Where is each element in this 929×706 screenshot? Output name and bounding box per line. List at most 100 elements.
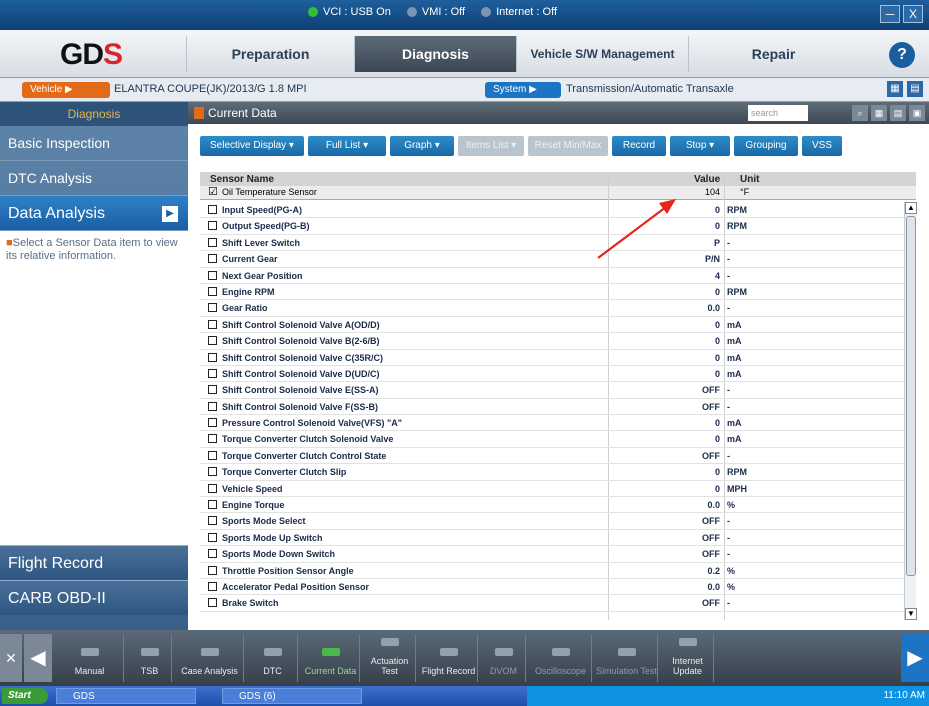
start-button[interactable]: Start xyxy=(2,688,48,704)
search-input[interactable]: search xyxy=(748,105,808,121)
table-row[interactable]: Current Gear P/N - xyxy=(200,251,904,268)
scroll-right-icon[interactable]: ▶ xyxy=(901,634,929,682)
help-icon[interactable]: ? xyxy=(889,42,915,68)
vehicle-select-button[interactable]: Vehicle ▶ xyxy=(22,82,110,98)
selective-display-button[interactable]: Selective Display ▾ xyxy=(200,136,304,156)
sensor-checkbox[interactable] xyxy=(208,581,217,591)
toolbar-item-dtc[interactable]: DTC xyxy=(248,634,298,682)
table-row[interactable]: Torque Converter Clutch Solenoid Valve 0 m… xyxy=(200,431,904,448)
toolbar-item-internet-update[interactable]: Internet Update xyxy=(662,634,714,682)
table-row[interactable]: Shift Control Solenoid Valve D(UD/C) 0 mA xyxy=(200,366,904,383)
sensor-checkbox[interactable] xyxy=(208,368,217,378)
sensor-list-scrollbar[interactable]: ▲ ▼ xyxy=(904,202,917,620)
toolbar-item-current-data[interactable]: Current Data xyxy=(302,634,360,682)
toolbar-item-dvom[interactable]: DVOM xyxy=(482,634,526,682)
table-row[interactable]: Sports Mode Up Switch OFF - xyxy=(200,530,904,547)
tab-repair[interactable]: Repair xyxy=(688,36,858,72)
list-view-icon[interactable]: ▤ xyxy=(890,105,906,121)
table-row[interactable]: Engine RPM 0 RPM xyxy=(200,284,904,301)
scroll-left-icon[interactable]: ◀ xyxy=(24,634,52,682)
fixed-sensor-checkbox[interactable]: ☑ xyxy=(208,187,218,198)
sensor-checkbox[interactable] xyxy=(208,434,217,444)
table-row[interactable]: Brake Switch OFF - xyxy=(200,595,904,612)
table-row[interactable]: Gear Ratio 0.0- xyxy=(200,300,904,317)
items-list-button[interactable]: Items List ▾ xyxy=(458,136,524,156)
close-button[interactable]: X xyxy=(903,5,923,23)
sensor-checkbox[interactable] xyxy=(208,254,217,264)
sidebar-item-flight-record[interactable]: Flight Record xyxy=(0,545,188,580)
scroll-down-icon[interactable]: ▼ xyxy=(905,608,917,620)
vehicle-settings-icon[interactable]: ▤ xyxy=(907,81,923,97)
sensor-checkbox[interactable] xyxy=(208,598,217,608)
scrollbar-thumb[interactable] xyxy=(906,216,916,576)
sensor-checkbox[interactable] xyxy=(208,450,217,460)
sensor-checkbox[interactable] xyxy=(208,385,217,395)
table-row[interactable]: Next Gear Position 4- xyxy=(200,268,904,284)
sensor-checkbox[interactable] xyxy=(208,500,217,510)
print-icon[interactable]: ▣ xyxy=(909,105,925,121)
setup-icon[interactable]: ✕ xyxy=(0,634,22,682)
sidebar-item-basic-inspection[interactable]: Basic Inspection xyxy=(0,126,188,161)
sensor-checkbox[interactable] xyxy=(208,221,217,231)
sensor-checkbox[interactable] xyxy=(208,549,217,559)
stop-button[interactable]: Stop ▾ xyxy=(670,136,730,156)
grouping-button[interactable]: Grouping xyxy=(734,136,798,156)
toolbar-item-tsb[interactable]: TSB xyxy=(128,634,172,682)
table-row[interactable]: Throttle Position Sensor Angle 0.2% xyxy=(200,563,904,579)
toolbar-item-actuation-test[interactable]: Actuation Test xyxy=(364,634,416,682)
sensor-checkbox[interactable] xyxy=(208,532,217,542)
table-row[interactable]: Pressure Control Solenoid Valve(VFS) "A"… xyxy=(200,415,904,432)
table-row[interactable]: Sports Mode Select OFF - xyxy=(200,513,904,530)
graph-button[interactable]: Graph ▾ xyxy=(390,136,454,156)
column-sensor-name[interactable]: Sensor Name xyxy=(210,174,274,185)
search-icon[interactable]: ⌕ xyxy=(852,105,868,121)
minimize-button[interactable]: ─ xyxy=(880,5,900,23)
column-unit[interactable]: Unit xyxy=(740,174,759,185)
column-value[interactable]: Value xyxy=(694,174,720,185)
vehicle-info-icon[interactable]: ▦ xyxy=(887,81,903,97)
sidebar-item-data-analysis[interactable]: Data Analysis ▶ xyxy=(0,196,188,231)
table-row[interactable]: Vehicle Speed 0 MPH xyxy=(200,481,904,498)
system-select-button[interactable]: System ▶ xyxy=(485,82,561,98)
toolbar-item-simulation-test[interactable]: Simulation Test xyxy=(596,634,658,682)
table-row[interactable]: Shift Control Solenoid Valve A(OD/D) 0 mA xyxy=(200,317,904,334)
taskbar-item-gds-folder[interactable]: GDS (6) xyxy=(222,688,362,704)
table-row[interactable]: Shift Control Solenoid Valve F(SS-B) OFF - xyxy=(200,399,904,416)
grid-view-icon[interactable]: ▦ xyxy=(871,105,887,121)
sensor-checkbox[interactable] xyxy=(208,467,217,477)
reset-minmax-button[interactable]: Reset Min/Max xyxy=(528,136,608,156)
taskbar-item-gds[interactable]: GDS xyxy=(56,688,196,704)
record-button[interactable]: Record xyxy=(612,136,666,156)
sensor-checkbox[interactable] xyxy=(208,336,217,346)
toolbar-item-manual[interactable]: Manual xyxy=(56,634,124,682)
sensor-checkbox[interactable] xyxy=(208,303,217,313)
table-row[interactable]: Shift Lever Switch P - xyxy=(200,235,904,252)
tab-vehicle-sw-management[interactable]: Vehicle S/W Management xyxy=(516,36,688,72)
table-row[interactable]: Accelerator Pedal Position Sensor 0.0% xyxy=(200,579,904,596)
sensor-checkbox[interactable] xyxy=(208,205,217,214)
sensor-checkbox[interactable] xyxy=(208,319,217,329)
toolbar-item-oscilloscope[interactable]: Oscilloscope xyxy=(530,634,592,682)
tab-diagnosis[interactable]: Diagnosis xyxy=(354,36,516,72)
fixed-sensor-row[interactable]: ☑ Oil Temperature Sensor 104 °F xyxy=(200,186,916,200)
table-row[interactable]: Shift Control Solenoid Valve C(35R/C) 0 mA xyxy=(200,350,904,366)
scroll-up-icon[interactable]: ▲ xyxy=(905,202,917,214)
sensor-checkbox[interactable] xyxy=(208,565,217,575)
sensor-checkbox[interactable] xyxy=(208,237,217,247)
sensor-checkbox[interactable] xyxy=(208,270,217,280)
toolbar-item-flight-record[interactable]: Flight Record xyxy=(420,634,478,682)
table-row[interactable]: Output Speed(PG-B) 0 RPM xyxy=(200,218,904,235)
table-row[interactable]: Torque Converter Clutch Slip 0 RPM xyxy=(200,464,904,481)
sensor-checkbox[interactable] xyxy=(208,483,217,493)
tab-preparation[interactable]: Preparation xyxy=(186,36,354,72)
sensor-checkbox[interactable] xyxy=(208,352,217,362)
table-row[interactable]: Shift Control Solenoid Valve B(2-6/B) 0 mA xyxy=(200,333,904,350)
table-row[interactable]: Engine Torque 0.0% xyxy=(200,497,904,514)
full-list-button[interactable]: Full List ▾ xyxy=(308,136,386,156)
sensor-checkbox[interactable] xyxy=(208,401,217,411)
toolbar-item-case-analysis[interactable]: Case Analysis xyxy=(176,634,244,682)
vss-button[interactable]: VSS xyxy=(802,136,842,156)
table-row[interactable]: Input Speed(PG-A) 0 RPM xyxy=(200,202,904,219)
sensor-checkbox[interactable] xyxy=(208,286,217,296)
sidebar-item-dtc-analysis[interactable]: DTC Analysis xyxy=(0,161,188,196)
